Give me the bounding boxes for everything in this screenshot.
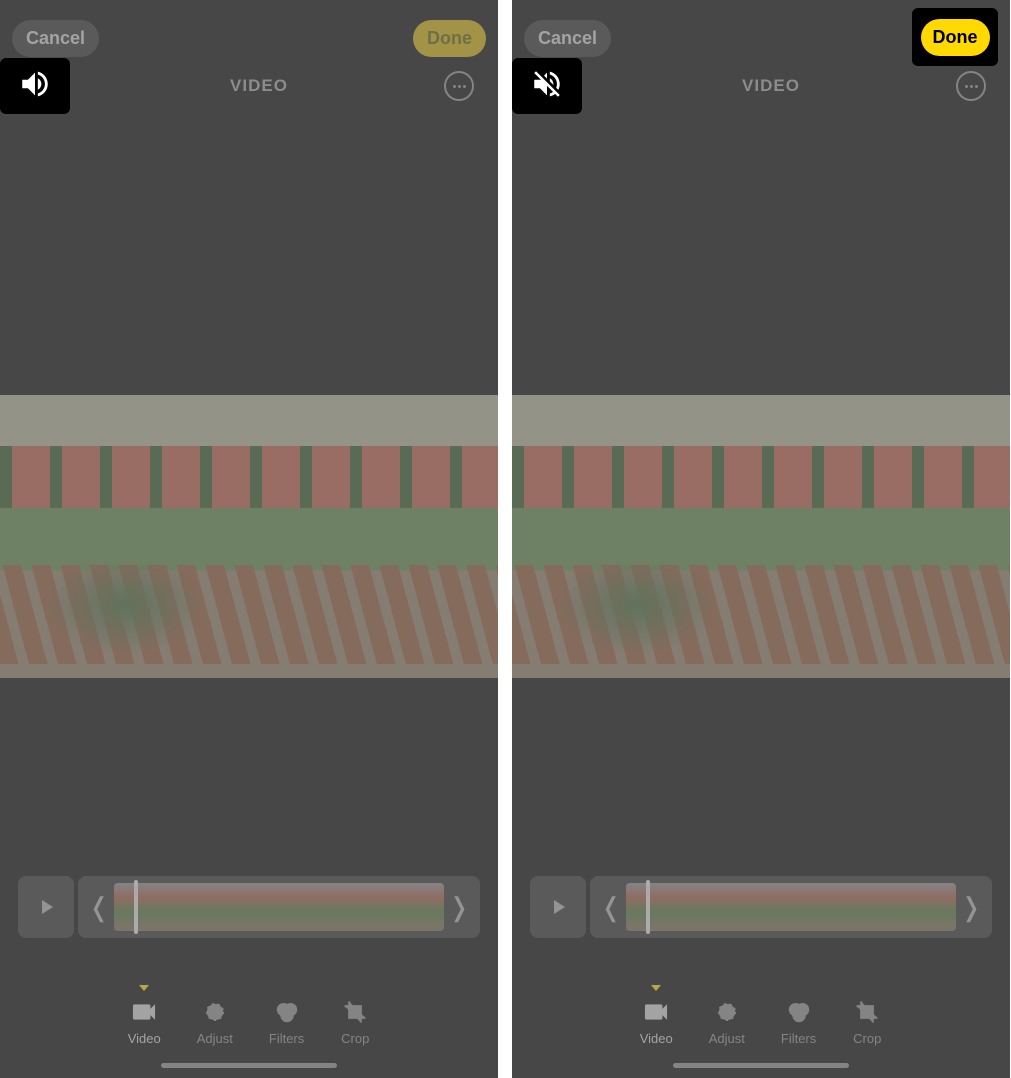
crop-icon [852,997,882,1027]
timeline-frames[interactable] [114,883,444,931]
done-button[interactable]: Done [413,20,486,57]
tab-filters[interactable]: Filters [781,997,816,1046]
tab-label: Video [128,1031,161,1046]
timeline: ❬ ❭ [18,876,480,938]
tab-label: Filters [269,1031,304,1046]
home-indicator[interactable] [161,1063,337,1068]
tab-adjust[interactable]: Adjust [197,997,233,1046]
trim-handle-left[interactable]: ❬ [598,892,624,923]
tab-video[interactable]: Video [640,997,673,1046]
timeline: ❬ ❭ [530,876,992,938]
tab-label: Adjust [709,1031,745,1046]
video-preview[interactable] [0,395,498,678]
trim-handle-right[interactable]: ❭ [446,892,472,923]
done-button-highlight: Done [912,8,998,66]
top-bar: Cancel Done [0,20,498,57]
play-button[interactable] [530,876,586,938]
trim-handle-right[interactable]: ❭ [958,892,984,923]
video-icon [129,997,159,1027]
tab-video[interactable]: Video [128,997,161,1046]
bottom-tabs: Video Adjust Filters Crop [512,997,1010,1046]
tab-label: Crop [341,1031,369,1046]
bottom-tabs: Video Adjust Filters Crop [0,997,498,1046]
tab-crop[interactable]: Crop [340,997,370,1046]
filters-icon [272,997,302,1027]
tab-active-indicator-icon [139,985,149,991]
playhead[interactable] [646,880,650,934]
mid-bar: VIDEO [512,66,1010,106]
cancel-button[interactable]: Cancel [12,20,99,57]
tab-label: Video [640,1031,673,1046]
timeline-frames[interactable] [626,883,956,931]
right-phone-screen: Cancel Done VIDEO ❬ ❭ [512,0,1010,1078]
mid-bar: VIDEO [0,66,498,106]
crop-icon [340,997,370,1027]
tab-label: Filters [781,1031,816,1046]
more-button[interactable] [956,71,986,101]
speaker-muted-icon[interactable] [530,67,564,106]
edit-mode-label: VIDEO [742,76,800,96]
play-button[interactable] [18,876,74,938]
tab-crop[interactable]: Crop [852,997,882,1046]
tab-label: Adjust [197,1031,233,1046]
sound-toggle-highlight [0,58,70,114]
sound-toggle-highlight [512,58,582,114]
home-indicator[interactable] [673,1063,849,1068]
tab-filters[interactable]: Filters [269,997,304,1046]
filters-icon [784,997,814,1027]
tab-adjust[interactable]: Adjust [709,997,745,1046]
trim-handle-left[interactable]: ❬ [86,892,112,923]
tab-label: Crop [853,1031,881,1046]
speaker-on-icon[interactable] [18,67,52,106]
adjust-icon [712,997,742,1027]
playhead[interactable] [134,880,138,934]
left-phone-screen: Cancel Done VIDEO ❬ ❭ [0,0,498,1078]
adjust-icon [200,997,230,1027]
more-button[interactable] [444,71,474,101]
edit-mode-label: VIDEO [230,76,288,96]
video-preview[interactable] [512,395,1010,678]
done-button[interactable]: Done [921,19,990,56]
cancel-button[interactable]: Cancel [524,20,611,57]
timeline-strip[interactable]: ❬ ❭ [590,876,992,938]
tab-active-indicator-icon [651,985,661,991]
timeline-strip[interactable]: ❬ ❭ [78,876,480,938]
video-icon [641,997,671,1027]
